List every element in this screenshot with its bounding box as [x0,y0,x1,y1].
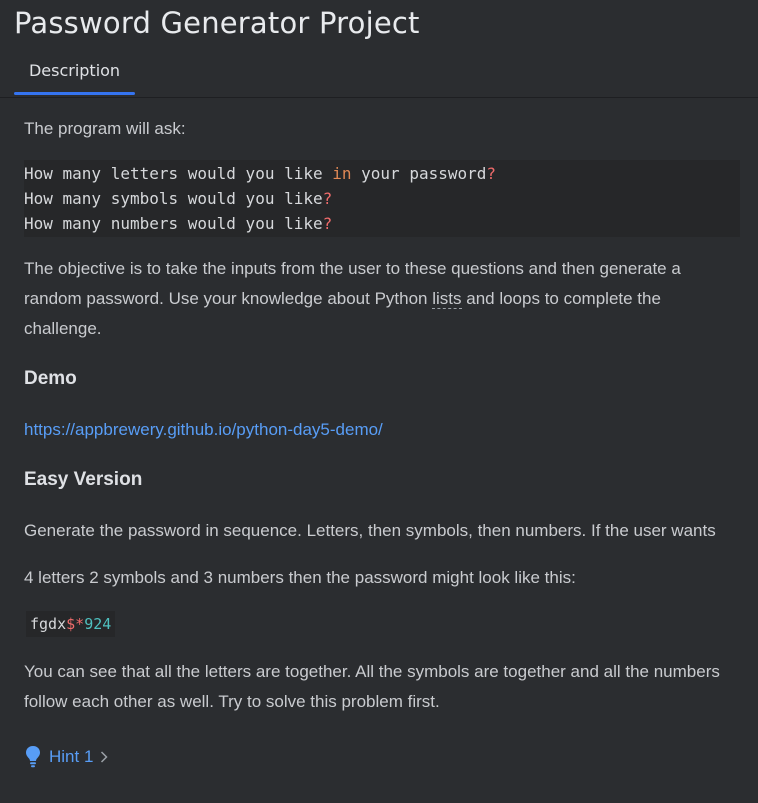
easy-version-text-1: Generate the password in sequence. Lette… [24,521,716,540]
easy-version-heading: Easy Version [24,469,143,490]
hint-1-toggle[interactable]: Hint 1 [24,744,109,770]
code-block: How many letters would you like in your … [24,160,740,237]
hint-label: Hint 1 [49,747,94,766]
chevron-right-icon [101,751,108,763]
code-line: How many letters would you like in your … [24,164,497,183]
easy-version-text-2: 4 letters 2 symbols and 3 numbers then t… [24,568,576,587]
example-password: fgdx$*924 [26,611,116,637]
page-title: Password Generator Project [14,6,420,40]
lightbulb-icon [26,746,40,768]
tab-description[interactable]: Description [14,58,135,95]
demo-heading: Demo [24,368,77,389]
intro-text: The program will ask: [24,119,186,138]
together-text: You can see that all the letters are tog… [24,662,720,711]
code-line: How many symbols would you like? [24,189,333,208]
demo-link[interactable]: https://appbrewery.github.io/python-day5… [24,415,383,445]
code-line: How many numbers would you like? [24,214,333,233]
objective-text: The objective is to take the inputs from… [24,259,681,338]
active-tab-indicator [14,92,135,95]
description-content: The program will ask: How many letters w… [24,108,742,768]
lists-term[interactable]: lists [432,289,462,309]
tab-bar: Description [0,58,758,98]
